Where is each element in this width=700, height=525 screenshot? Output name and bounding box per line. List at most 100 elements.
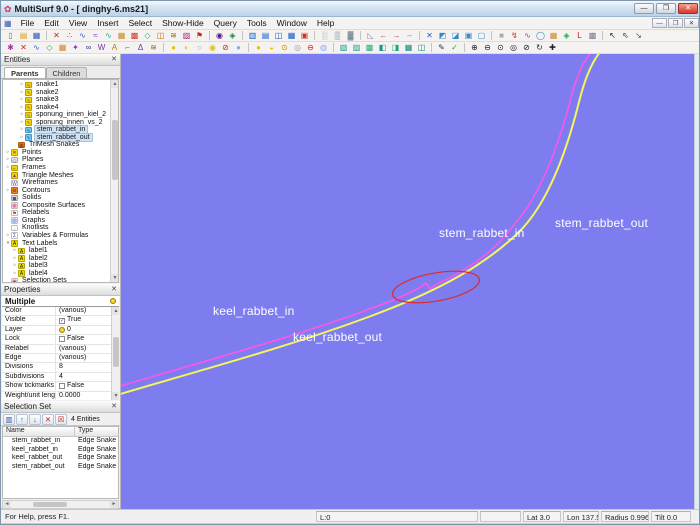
visibility-layer-icon[interactable]: ⊙: [278, 42, 291, 53]
close-button[interactable]: ✕: [678, 3, 698, 14]
selection-row-stem-rabbet-in[interactable]: stem_rabbet_in Edge Snake: [3, 437, 118, 446]
surface-shade-icon[interactable]: ▧: [337, 42, 350, 53]
toggle-planes-icon[interactable]: ◇: [43, 42, 56, 53]
tree-item-sponung-innen-kiel-2[interactable]: ▹ ∿ sponung_innen_kiel_2: [3, 111, 118, 119]
hide-all-icon[interactable]: ⊘: [219, 42, 232, 53]
tree-item-label2[interactable]: ▹ Alabel2: [3, 255, 118, 263]
tree-item-snake2[interactable]: ▹ ∿ snake2: [3, 89, 118, 97]
selection-row-keel-rabbet-out[interactable]: keel_rabbet_out Edge Snake: [3, 454, 118, 463]
toggle-snakes-icon[interactable]: ✦: [69, 42, 82, 53]
visibility-minus-icon[interactable]: ⊖: [304, 42, 317, 53]
property-value-divisions[interactable]: 8: [56, 363, 119, 371]
view-layout-1-icon[interactable]: ▥: [246, 30, 259, 41]
mdi-close-button[interactable]: ✕: [684, 18, 699, 28]
surface-normal-icon[interactable]: ▩: [363, 42, 376, 53]
toggle-labels-icon[interactable]: A: [108, 42, 121, 53]
mdi-restore-button[interactable]: ❐: [668, 18, 683, 28]
open-file-icon[interactable]: ▤: [17, 30, 30, 41]
properties-close-icon[interactable]: ✕: [111, 286, 117, 294]
selection-row-stem-rabbet-out[interactable]: stem_rabbet_out Edge Snake: [3, 463, 118, 472]
move-down-icon[interactable]: ↓: [29, 413, 41, 425]
viewport[interactable]: stem_rabbet_in stem_rabbet_out keel_rabbet…: [121, 54, 694, 509]
create-solid-icon[interactable]: ▩: [128, 30, 141, 41]
selection-close-icon[interactable]: ✕: [111, 403, 117, 411]
mesh-icon[interactable]: ▦: [547, 30, 560, 41]
scroll-thumb[interactable]: [112, 120, 118, 180]
measure-icon[interactable]: ◺: [364, 30, 377, 41]
tree-item-wireframes[interactable]: W Wireframes: [3, 179, 118, 187]
visibility-blue-icon[interactable]: ◍: [317, 42, 330, 53]
new-file-icon[interactable]: ▯: [4, 30, 17, 41]
property-value-color[interactable]: (various): [56, 307, 119, 315]
show-parents-icon[interactable]: ◐: [180, 42, 193, 53]
column-type[interactable]: Type: [75, 427, 118, 436]
tree-item-label1[interactable]: ▹ Alabel1: [3, 247, 118, 255]
tree-item-snake1[interactable]: ▹ ∿ snake1: [3, 81, 118, 89]
visibility-all-icon[interactable]: ●: [252, 42, 265, 53]
restore-button[interactable]: ❐: [656, 3, 676, 14]
entities-close-icon[interactable]: ✕: [111, 56, 117, 64]
prev-view-icon[interactable]: ←: [377, 30, 390, 41]
tree-item-frames[interactable]: ▹ ⌐ Frames: [3, 164, 118, 172]
select-fence-icon[interactable]: ▢: [475, 30, 488, 41]
create-point-icon[interactable]: ∴: [63, 30, 76, 41]
selection-hscrollbar[interactable]: ◄ ►: [2, 500, 119, 509]
entities-tree-scrollbar[interactable]: ▲ ▼: [110, 80, 118, 282]
viewport-canvas[interactable]: [121, 54, 694, 509]
show-entity-icon[interactable]: ●: [167, 42, 180, 53]
menu-select[interactable]: Select: [123, 18, 157, 28]
create-surface-icon[interactable]: ▦: [115, 30, 128, 41]
zoom-window-icon[interactable]: ⊙: [494, 42, 507, 53]
create-composite-icon[interactable]: ▨: [180, 30, 193, 41]
view-layout-2-icon[interactable]: ▤: [259, 30, 272, 41]
tree-item-label4[interactable]: ▹ Alabel4: [3, 270, 118, 278]
pointer-drag-icon[interactable]: ↘: [632, 30, 645, 41]
tree-item-planes[interactable]: ▹ ◇ Planes: [3, 156, 118, 164]
menu-edit[interactable]: Edit: [39, 18, 64, 28]
toggle-solids-icon[interactable]: ∞: [82, 42, 95, 53]
shade-icon[interactable]: ◈: [560, 30, 573, 41]
tree-item-knotlists[interactable]: ∴ Knotlists: [3, 224, 118, 232]
tree-item-composite-surfaces[interactable]: ▦ Composite Surfaces: [3, 202, 118, 210]
scroll-right-icon[interactable]: ►: [110, 501, 118, 508]
properties-scrollbar[interactable]: ▲ ▼: [111, 307, 119, 400]
property-value-show-tickmarks[interactable]: False: [56, 382, 119, 390]
columns-view-icon[interactable]: ▥: [3, 413, 15, 425]
toggle-contours-icon[interactable]: ≋: [147, 42, 160, 53]
scroll-thumb[interactable]: [33, 502, 67, 507]
pan-view-icon[interactable]: ✚: [546, 42, 559, 53]
render-icon[interactable]: ◉: [213, 30, 226, 41]
visibility-off-icon[interactable]: ◎: [291, 42, 304, 53]
grid-snap-icon[interactable]: ▓: [344, 30, 357, 41]
magnet-icon[interactable]: ∿: [521, 30, 534, 41]
tree-item-snake3[interactable]: ▹ ∿ snake3: [3, 96, 118, 104]
rotate-view-icon[interactable]: ↻: [533, 42, 546, 53]
select-curve-icon[interactable]: ◪: [449, 30, 462, 41]
surface-offset-icon[interactable]: ◨: [389, 42, 402, 53]
label-tool-icon[interactable]: L: [573, 30, 586, 41]
ruler-icon[interactable]: ‒: [403, 30, 416, 41]
toggle-delete-icon[interactable]: ✕: [17, 42, 30, 53]
surface-mesh-icon[interactable]: ▨: [350, 42, 363, 53]
create-frame-icon[interactable]: ◫: [154, 30, 167, 41]
locate-icon[interactable]: ■: [495, 30, 508, 41]
tree-item-solids[interactable]: ◼ Solids: [3, 194, 118, 202]
zoom-fit-icon[interactable]: ◎: [507, 42, 520, 53]
selection-row-keel-rabbet-in[interactable]: keel_rabbet_in Edge Snake: [3, 446, 118, 455]
toggle-points-icon[interactable]: ✱: [4, 42, 17, 53]
property-value-relabel[interactable]: (various): [56, 345, 119, 353]
toggle-curves-icon[interactable]: ∿: [30, 42, 43, 53]
property-value-weight-unit-leng[interactable]: 0.0000: [56, 392, 119, 400]
menu-insert[interactable]: Insert: [92, 18, 123, 28]
view-perspective-icon[interactable]: ▣: [298, 30, 311, 41]
show-children-icon[interactable]: ●: [232, 42, 245, 53]
zoom-prev-icon[interactable]: ⊘: [520, 42, 533, 53]
toggle-wireframes-icon[interactable]: W: [95, 42, 108, 53]
tree-item-stem-rabbet-out[interactable]: ▹ ∿ stem_rabbet_out: [3, 132, 118, 143]
move-up-icon[interactable]: ↑: [16, 413, 28, 425]
checkbox-unchecked-icon[interactable]: [59, 383, 65, 390]
scroll-up-icon[interactable]: ▲: [112, 307, 119, 315]
document-icon[interactable]: ▦: [4, 19, 12, 28]
ring-icon[interactable]: ↯: [508, 30, 521, 41]
view-layout-3-icon[interactable]: ◫: [272, 30, 285, 41]
